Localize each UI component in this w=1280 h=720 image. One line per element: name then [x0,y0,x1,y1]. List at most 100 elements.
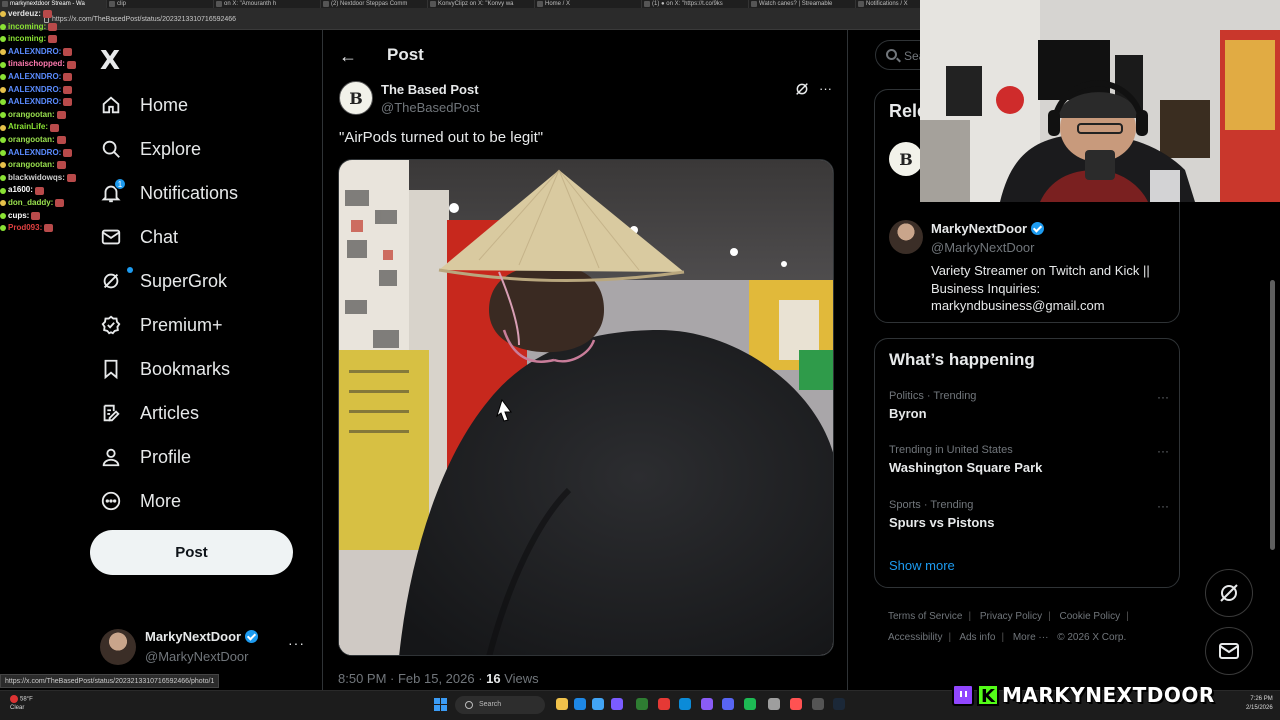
app-icon[interactable] [592,698,604,710]
weather-widget[interactable]: 58°F Clear [10,695,33,712]
app-icon[interactable] [658,698,670,710]
whats-happening-title: What’s happening [889,350,1035,369]
trend-more-icon[interactable]: ··· [1157,499,1169,513]
nav-supergrok[interactable]: SuperGrok [100,263,227,299]
nav-premium[interactable]: Premium+ [100,307,223,343]
account-switcher[interactable]: MarkyNextDoor @MarkyNextDoor ··· [100,625,310,669]
grok-icon [1220,584,1238,602]
nav-home[interactable]: Home [100,87,188,123]
footer-terms-link[interactable]: Terms of Service [888,611,962,622]
trend-more-icon[interactable]: ··· [1157,444,1169,458]
post-photo[interactable] [338,159,834,656]
nav-explore-label: Explore [140,138,202,159]
chat-message: AALEXNDRO: [0,96,95,109]
page-scrollbar[interactable] [1270,280,1275,550]
discord-icon[interactable] [722,698,734,710]
chat-username: AALEXNDRO: [8,46,62,56]
post-date[interactable]: 8:50 PM · Feb 15, 2026 · [338,671,486,686]
spotify-icon[interactable] [744,698,756,710]
browser-tab[interactable]: (1) ● on X: "https://t.co/9ks [642,0,749,8]
left-navigation: X Home Explore 1 Notifications Chat Supe… [90,30,322,690]
trend-item[interactable]: Politics · Trending Byron ··· [889,390,1169,430]
account-more-icon[interactable]: ··· [288,635,305,651]
footer-ads-link[interactable]: Ads info [959,632,995,643]
footer-more-link[interactable]: More ··· [1013,632,1049,643]
chat-emote-icon [34,186,44,195]
chat-badge-icon [0,162,6,169]
search-icon [102,140,120,158]
browser-tab[interactable]: on X: "Amouranth h [214,0,321,8]
browser-tab[interactable]: markynextdoor Stream - Wa [0,0,107,8]
trend-item[interactable]: Trending in United States Washington Squ… [889,444,1169,484]
nav-profile[interactable]: Profile [100,439,191,475]
weather-desc: Clear [10,704,25,711]
chat-badge-icon [0,36,6,43]
app-icon[interactable] [701,698,713,710]
author-name[interactable]: The Based Post [381,82,479,97]
chat-badge-icon [0,11,6,18]
browser-tab-bar: markynextdoor Stream - Wa clip on X: "Amou… [0,0,920,8]
back-arrow-icon[interactable]: ← [339,46,357,67]
weather-temp: 58°F [20,696,33,703]
teams-icon[interactable] [611,698,623,710]
nav-articles[interactable]: Articles [100,395,199,431]
grok-icon[interactable] [794,81,810,97]
avatar[interactable] [889,220,923,254]
browser-tab[interactable]: Home / X [535,0,642,8]
browser-tab-label: Watch canes? | Streamable [759,1,833,7]
chat-badge-icon [0,212,6,219]
chat-badge-icon [0,61,6,68]
trend-name: Byron [889,406,927,421]
browser-address-bar[interactable]: https://x.com/TheBasedPost/status/202321… [0,8,920,30]
relevant-person-name[interactable]: MarkyNextDoor [931,221,1045,236]
browser-tab-label: KonvyClipz on X: "Konvy wa [438,1,514,7]
relevant-person-name-text: MarkyNextDoor [931,221,1028,236]
chat-badge-icon [0,137,6,144]
browser-tab[interactable]: clip [107,0,214,8]
chat-message: AALEXNDRO: [0,147,95,160]
browser-tab[interactable]: KonvyClipz on X: "Konvy wa [428,0,535,8]
windows-start-icon[interactable] [434,698,447,711]
edge-icon[interactable] [574,698,586,710]
footer-cookie-link[interactable]: Cookie Policy [1060,611,1121,622]
nav-bookmarks-label: Bookmarks [140,358,231,379]
grok-fab-button[interactable] [1205,569,1253,617]
app-icon[interactable] [636,698,648,710]
verified-badge-icon [1031,222,1045,235]
taskbar-search[interactable]: Search [455,696,545,714]
file-explorer-icon[interactable] [556,698,568,710]
chat-emote-icon [63,85,73,94]
relevant-person-handle[interactable]: @MarkyNextDoor [931,240,1035,255]
app-icon[interactable] [768,698,780,710]
relevant-avatar-thebasedpost[interactable]: B [889,142,923,176]
nav-chat[interactable]: Chat [100,219,178,255]
trend-more-icon[interactable]: ··· [1157,390,1169,404]
author-handle[interactable]: @TheBasedPost [381,100,479,115]
system-clock[interactable]: 7:26 PM 2/15/2026 [1246,695,1273,713]
post-button[interactable]: Post [90,530,293,575]
chat-message: AALEXNDRO: [0,71,95,84]
nav-more[interactable]: More [100,483,181,519]
app-icon[interactable] [812,698,824,710]
chat-emote-icon [50,123,59,132]
trend-item[interactable]: Sports · Trending Spurs vs Pistons ··· [889,499,1169,539]
steam-icon[interactable] [833,698,845,710]
footer-accessibility-link[interactable]: Accessibility [888,632,942,643]
browser-tab[interactable]: Watch canes? | Streamable [749,0,856,8]
chat-username: AALEXNDRO: [8,97,62,107]
post-more-icon[interactable]: ··· [819,81,832,96]
edge-icon[interactable] [679,698,691,710]
chat-badge-icon [0,175,6,182]
x-logo[interactable]: X [100,46,120,76]
browser-tab[interactable]: (2) Nextdoor Steppas Comm [321,0,428,8]
obs-icon[interactable] [790,698,802,710]
nav-explore[interactable]: Explore [100,131,201,167]
footer-privacy-link[interactable]: Privacy Policy [980,611,1042,622]
browser-tab[interactable]: Notifications / X [856,0,920,8]
nav-profile-label: Profile [140,446,192,467]
author-avatar[interactable]: B [339,81,373,115]
nav-notifications[interactable]: 1 Notifications [100,175,238,211]
messages-fab-button[interactable] [1205,627,1253,675]
show-more-link[interactable]: Show more [889,558,955,573]
nav-bookmarks[interactable]: Bookmarks [100,351,230,387]
